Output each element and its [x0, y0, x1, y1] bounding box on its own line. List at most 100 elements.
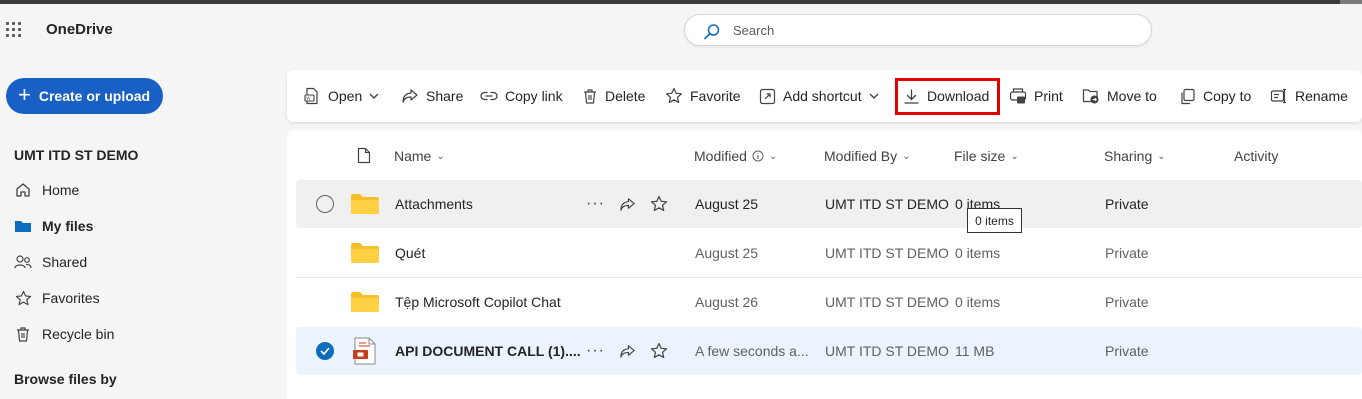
copy-to-label: Copy to: [1203, 88, 1252, 104]
column-header-file-size[interactable]: File size ⌄: [954, 148, 1019, 164]
modified-by: UMT ITD ST DEMO: [825, 245, 949, 261]
account-name: UMT ITD ST DEMO: [14, 147, 139, 163]
search-icon: [704, 24, 720, 40]
modified-date: A few seconds a...: [695, 343, 809, 359]
copy-link-button[interactable]: Copy link: [480, 70, 563, 122]
modified-date: August 25: [695, 196, 759, 212]
print-button[interactable]: Print: [1009, 70, 1063, 122]
more-options-icon[interactable]: ···: [586, 342, 605, 360]
chevron-down-icon: [369, 93, 379, 99]
add-shortcut-button[interactable]: Add shortcut: [759, 70, 879, 122]
delete-label: Delete: [605, 88, 646, 104]
table-row[interactable]: Tệp Microsoft Copilot Chat August 26 UMT…: [296, 278, 1362, 326]
file-name[interactable]: Quét: [395, 229, 425, 277]
chevron-down-icon: ⌄: [1010, 150, 1019, 162]
column-activity-label: Activity: [1234, 148, 1279, 164]
modified-date: August 25: [695, 245, 759, 261]
more-options-icon[interactable]: ···: [586, 195, 605, 213]
sidebar-item-favorites[interactable]: Favorites: [14, 287, 100, 309]
file-name[interactable]: API DOCUMENT CALL (1)....: [395, 327, 581, 375]
shortcut-icon: [759, 88, 776, 104]
column-modified-by-label: Modified By: [824, 148, 898, 164]
file-name[interactable]: Attachments: [395, 180, 473, 228]
app-title[interactable]: OneDrive: [46, 21, 113, 38]
chevron-down-icon: ⌄: [902, 150, 911, 162]
row-actions: ···: [586, 327, 668, 375]
folder-icon: [351, 194, 379, 214]
column-sharing-label: Sharing: [1104, 148, 1153, 164]
app-launcher-icon[interactable]: [6, 22, 22, 38]
add-shortcut-label: Add shortcut: [783, 88, 862, 104]
column-header-modified[interactable]: Modified ⌄: [694, 148, 777, 164]
folder-icon: [351, 292, 379, 312]
row-actions: ···: [586, 180, 668, 228]
table-row[interactable]: API DOCUMENT CALL (1).... ··· A few seco…: [296, 327, 1362, 375]
row-selected-checkmark-icon[interactable]: [316, 342, 334, 360]
column-header-sharing[interactable]: Sharing ⌄: [1104, 148, 1166, 164]
chevron-down-icon: [869, 93, 879, 99]
move-to-icon: [1082, 89, 1099, 104]
sidebar-item-recycle-bin[interactable]: Recycle bin: [14, 323, 114, 345]
file-name[interactable]: Tệp Microsoft Copilot Chat: [395, 278, 561, 326]
row-select-radio[interactable]: [316, 195, 334, 213]
star-icon: [665, 87, 683, 104]
file-type-column-icon[interactable]: [357, 147, 371, 164]
copy-to-button[interactable]: Copy to: [1179, 70, 1251, 122]
folder-icon: [351, 243, 379, 263]
share-icon[interactable]: [619, 343, 636, 360]
create-or-upload-label: Create or upload: [38, 88, 151, 104]
sidebar-item-home[interactable]: Home: [14, 179, 79, 201]
sharing-status: Private: [1105, 343, 1149, 359]
browse-files-by-heading: Browse files by: [14, 371, 117, 387]
search-box[interactable]: Search: [684, 14, 1152, 46]
rename-button[interactable]: Rename: [1270, 70, 1348, 122]
print-label: Print: [1034, 88, 1063, 104]
modified-by: UMT ITD ST DEMO: [825, 196, 949, 212]
info-icon: [752, 150, 764, 162]
search-placeholder[interactable]: Search: [733, 23, 774, 38]
chevron-down-icon: ⌄: [1157, 150, 1166, 162]
sidebar-item-label: Home: [42, 182, 80, 198]
rename-label: Rename: [1295, 88, 1348, 104]
column-header-modified-by[interactable]: Modified By ⌄: [824, 148, 911, 164]
share-icon[interactable]: [619, 196, 636, 213]
open-button[interactable]: W Open: [303, 70, 379, 122]
open-file-icon: W: [304, 87, 318, 105]
modified-by: UMT ITD ST DEMO: [825, 294, 949, 310]
table-row[interactable]: Quét August 25 UMT ITD ST DEMO 0 items P…: [296, 229, 1362, 277]
share-icon: [402, 89, 418, 103]
sidebar-item-label: Shared: [42, 254, 88, 270]
move-to-button[interactable]: Move to: [1082, 70, 1157, 122]
star-icon[interactable]: [650, 195, 668, 213]
copy-icon: [1181, 88, 1195, 104]
trash-icon: [584, 88, 596, 104]
create-or-upload-button[interactable]: + Create or upload: [6, 78, 163, 114]
file-size: 0 items: [955, 294, 1001, 310]
pdf-file-icon: [353, 337, 376, 365]
share-button[interactable]: Share: [401, 70, 463, 122]
copy-link-label: Copy link: [505, 88, 563, 104]
sidebar-item-my-files[interactable]: My files: [14, 215, 93, 237]
file-size: 0 items: [955, 245, 1001, 261]
home-icon: [14, 181, 32, 199]
delete-button[interactable]: Delete: [582, 70, 645, 122]
chevron-down-icon: ⌄: [768, 150, 778, 162]
column-header-name[interactable]: Name ⌄: [394, 148, 445, 164]
file-icon: [357, 147, 371, 164]
sidebar-item-label: Recycle bin: [42, 326, 115, 342]
link-icon: [480, 91, 498, 101]
modified-date: August 26: [695, 294, 759, 310]
table-row[interactable]: Attachments ··· August 25 UMT ITD ST DEM…: [296, 180, 1362, 228]
favorite-button[interactable]: Favorite: [665, 70, 741, 122]
favorite-label: Favorite: [690, 88, 741, 104]
download-highlight-box: [895, 78, 1000, 115]
sidebar-item-label: Favorites: [42, 290, 100, 306]
column-modified-label: Modified: [694, 148, 747, 164]
sharing-status: Private: [1105, 294, 1149, 310]
sidebar-item-label: My files: [42, 218, 94, 234]
column-header-activity[interactable]: Activity: [1234, 148, 1278, 164]
plus-icon: +: [18, 82, 31, 107]
people-icon: [14, 253, 32, 271]
sidebar-item-shared[interactable]: Shared: [14, 251, 87, 273]
star-icon[interactable]: [650, 342, 668, 360]
